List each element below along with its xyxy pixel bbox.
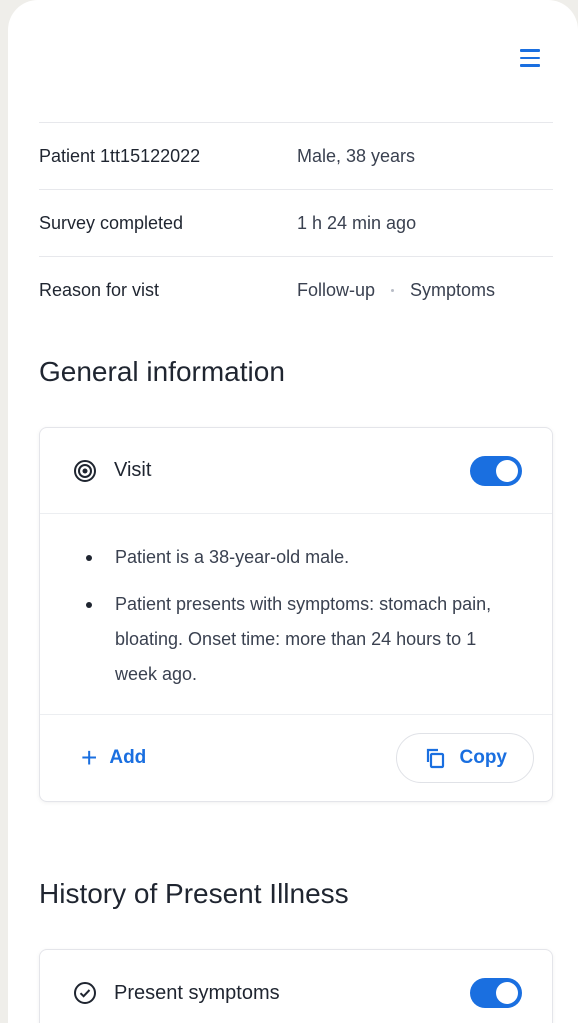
check-circle-icon: [73, 981, 97, 1005]
phone-screen: Patient 1tt15122022 Male, 38 years Surve…: [8, 0, 578, 1023]
list-item-text: Patient presents with symptoms: stomach …: [115, 594, 492, 684]
visit-card-footer: + Add Copy: [40, 715, 552, 801]
visit-card-title: Visit: [114, 459, 152, 481]
bullet-dot: [86, 602, 92, 608]
menu-button[interactable]: [516, 44, 544, 72]
reason-label: Reason for vist: [39, 279, 160, 300]
copy-button-label: Copy: [459, 747, 508, 768]
separator-dot: [391, 288, 395, 292]
reason-row: Reason for vist Follow-up Symptoms: [39, 256, 553, 323]
visit-card-header: Visit: [40, 428, 552, 514]
general-information-title: General information: [39, 356, 285, 387]
visit-card-body: Patient is a 38-year-old male. Patient p…: [40, 514, 552, 715]
present-symptoms-header: Present symptoms: [40, 950, 552, 1023]
add-button-label: Add: [109, 747, 147, 768]
list-item: Patient presents with symptoms: stomach …: [80, 587, 512, 692]
plus-icon: +: [81, 742, 98, 773]
patient-id-label: Patient 1tt15122022: [39, 145, 201, 166]
present-symptoms-card: Present symptoms: [39, 949, 553, 1023]
copy-icon: [426, 748, 444, 769]
list-item-text: Patient is a 38-year-old male.: [115, 547, 350, 567]
copy-button[interactable]: Copy: [395, 733, 534, 783]
present-symptoms-toggle[interactable]: [470, 978, 522, 1008]
reason-tag: Symptoms: [410, 279, 496, 300]
target-icon: [73, 459, 97, 483]
visit-toggle[interactable]: [470, 455, 522, 486]
hamburger-icon-line: [520, 56, 540, 60]
survey-label: Survey completed: [39, 212, 184, 233]
hamburger-icon-line: [520, 49, 540, 52]
visit-card: Visit Patient is a 38-year-old male. Pat…: [39, 427, 553, 802]
add-button[interactable]: + Add: [81, 744, 146, 772]
bullet-dot: [86, 555, 92, 561]
patient-info-table: Patient 1tt15122022 Male, 38 years Surve…: [39, 122, 553, 323]
present-symptoms-title: Present symptoms: [114, 981, 280, 1004]
patient-details-value: Male, 38 years: [297, 145, 416, 166]
reason-tags: Follow-up Symptoms: [297, 280, 495, 301]
hamburger-icon-line: [520, 64, 540, 67]
list-item: Patient is a 38-year-old male.: [80, 540, 512, 575]
reason-tag: Follow-up: [297, 279, 376, 300]
survey-time-value: 1 h 24 min ago: [297, 212, 417, 233]
history-title: History of Present Illness: [39, 878, 349, 909]
survey-row: Survey completed 1 h 24 min ago: [39, 189, 553, 256]
patient-row: Patient 1tt15122022 Male, 38 years: [39, 122, 553, 189]
